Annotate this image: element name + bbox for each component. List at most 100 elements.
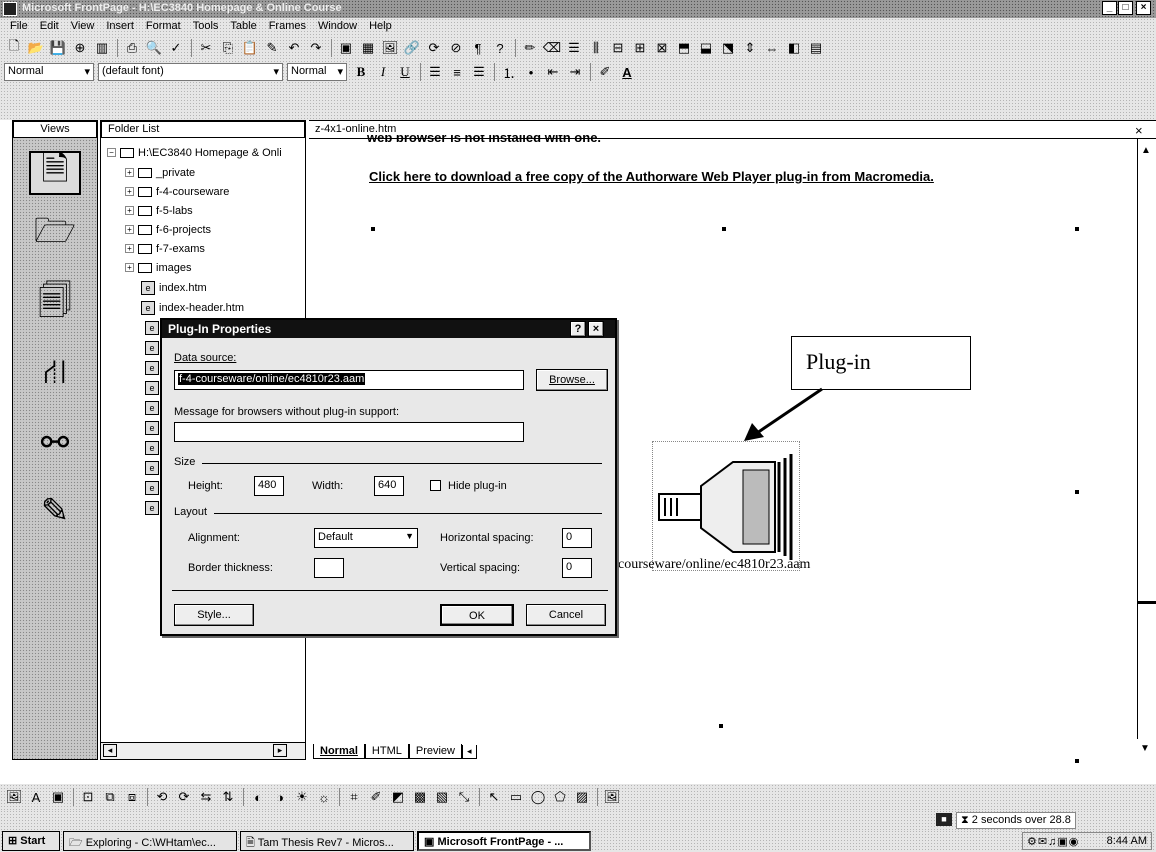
print-preview-icon[interactable]: 🔍 xyxy=(144,39,164,57)
folders-view-icon[interactable]: 🗁 xyxy=(29,212,81,257)
menu-tools[interactable]: Tools xyxy=(187,18,225,36)
folder-item[interactable]: + f-4-courseware xyxy=(125,182,229,201)
selection-handle[interactable] xyxy=(1075,227,1079,231)
file-item[interactable]: e index-header.htm xyxy=(141,298,244,317)
selection-handle[interactable] xyxy=(1075,490,1079,494)
menu-view[interactable]: View xyxy=(65,18,101,36)
bullets-icon[interactable]: • xyxy=(521,63,541,81)
folder-item[interactable]: + f-7-exams xyxy=(125,239,205,258)
horizontal-spacing-input[interactable]: 0 xyxy=(562,528,592,548)
font-size-dropdown[interactable]: Normal ▾ xyxy=(287,63,347,81)
menu-insert[interactable]: Insert xyxy=(100,18,140,36)
tray-icons[interactable]: ⚙✉♫▣◉ xyxy=(1027,835,1079,848)
editor-vertical-scrollbar[interactable]: ▲ ▼ xyxy=(1137,139,1156,754)
dialog-close-button[interactable]: × xyxy=(588,321,604,337)
alignment-dropdown[interactable]: Default ▼ xyxy=(314,528,418,548)
collapse-icon[interactable]: − xyxy=(107,148,116,157)
more-brightness-icon[interactable]: ☀ xyxy=(292,788,312,806)
highlight-hotspots-icon[interactable]: ▨ xyxy=(572,788,592,806)
close-window-button[interactable]: × xyxy=(1136,1,1151,15)
resample-icon[interactable]: ⤡ xyxy=(454,788,474,806)
format-painter-icon[interactable]: ✎ xyxy=(262,39,282,57)
set-transparent-color-icon[interactable]: ✐ xyxy=(366,788,386,806)
tab-normal[interactable]: Normal xyxy=(313,744,365,759)
start-button[interactable]: ⊞ Start xyxy=(2,831,60,851)
bold-button[interactable]: B xyxy=(351,63,371,81)
folder-item[interactable]: + f-5-labs xyxy=(125,201,193,220)
expand-icon[interactable]: + xyxy=(125,168,134,177)
dialog-help-button[interactable]: ? xyxy=(570,321,586,337)
copy-icon[interactable]: ⎘ xyxy=(218,39,238,57)
draw-table-icon[interactable]: ✏ xyxy=(520,39,540,57)
selection-handle[interactable] xyxy=(722,227,726,231)
menu-table[interactable]: Table xyxy=(224,18,262,36)
minimize-button[interactable]: _ xyxy=(1102,1,1117,15)
navigation-view-icon[interactable]: ⛙ xyxy=(29,353,81,397)
message-input[interactable] xyxy=(174,422,524,442)
cut-icon[interactable]: ✂ xyxy=(196,39,216,57)
style-button[interactable]: Style... xyxy=(174,604,254,626)
eraser-icon[interactable]: ⌫ xyxy=(542,39,562,57)
thumbnail-icon[interactable]: ▣ xyxy=(48,788,68,806)
data-source-input[interactable]: f-4-courseware/online/ec4810r23.aam xyxy=(174,370,524,390)
hide-plugin-checkbox[interactable] xyxy=(430,480,441,491)
plugin-placeholder-image[interactable] xyxy=(652,441,800,571)
expand-icon[interactable]: + xyxy=(125,225,134,234)
taskbar-word[interactable]: 🗎 Tam Thesis Rev7 - Micros... xyxy=(240,831,414,851)
align-bottom-icon[interactable]: ⬔ xyxy=(718,39,738,57)
menu-format[interactable]: Format xyxy=(140,18,187,36)
folder-horizontal-scrollbar[interactable]: ◂ ▸ xyxy=(101,742,305,759)
style-dropdown[interactable]: Normal ▾ xyxy=(4,63,94,81)
folder-item[interactable]: + images xyxy=(125,258,191,277)
expand-icon[interactable]: + xyxy=(125,263,134,272)
scroll-left-icon[interactable]: ◂ xyxy=(103,744,117,757)
menu-help[interactable]: Help xyxy=(363,18,398,36)
menu-edit[interactable]: Edit xyxy=(34,18,65,36)
ok-button[interactable]: OK xyxy=(440,604,514,626)
menu-file[interactable]: File xyxy=(4,18,34,36)
underline-button[interactable]: U xyxy=(395,63,415,81)
polygon-hotspot-icon[interactable]: ⬠ xyxy=(550,788,570,806)
rotate-left-icon[interactable]: ⟲ xyxy=(152,788,172,806)
expand-icon[interactable]: + xyxy=(125,206,134,215)
download-link[interactable]: Click here to download a free copy of th… xyxy=(369,169,934,184)
vertical-spacing-input[interactable]: 0 xyxy=(562,558,592,578)
more-contrast-icon[interactable]: ◐ xyxy=(248,788,268,806)
align-top-icon[interactable]: ⬒ xyxy=(674,39,694,57)
folder-item[interactable]: + _private xyxy=(125,163,195,182)
table-properties-icon[interactable]: ▤ xyxy=(806,39,826,57)
crop-icon[interactable]: ⌗ xyxy=(344,788,364,806)
scroll-up-icon[interactable]: ▲ xyxy=(1141,145,1151,156)
align-left-icon[interactable]: ☰ xyxy=(425,63,445,81)
restore-icon[interactable]: 🖼 xyxy=(602,788,622,806)
browse-button[interactable]: Browse... xyxy=(536,369,608,391)
merge-cells-icon[interactable]: ⊞ xyxy=(630,39,650,57)
text-icon[interactable]: A xyxy=(26,788,46,806)
scroll-right-icon[interactable]: ▸ xyxy=(273,744,287,757)
save-icon[interactable]: 💾 xyxy=(48,39,68,57)
width-input[interactable]: 640 xyxy=(374,476,404,496)
publish-icon[interactable]: ⊕ xyxy=(70,39,90,57)
send-backward-icon[interactable]: ⧈ xyxy=(122,788,142,806)
selection-handle[interactable] xyxy=(371,227,375,231)
insert-picture-icon[interactable]: 🖼 xyxy=(4,788,24,806)
help-icon[interactable]: ? xyxy=(490,39,510,57)
selection-handle[interactable] xyxy=(1075,759,1079,763)
insert-table-icon[interactable]: ▦ xyxy=(358,39,378,57)
insert-rows-icon[interactable]: ☰ xyxy=(564,39,584,57)
undo-icon[interactable]: ↶ xyxy=(284,39,304,57)
file-item[interactable]: e index.htm xyxy=(141,278,207,297)
scroll-thumb[interactable] xyxy=(1138,601,1156,604)
distribute-rows-icon[interactable]: ⇕ xyxy=(740,39,760,57)
rectangle-hotspot-icon[interactable]: ▭ xyxy=(506,788,526,806)
tasks-view-icon[interactable]: ✎ xyxy=(29,489,81,533)
hyperlink-icon[interactable]: 🔗 xyxy=(402,39,422,57)
open-icon[interactable]: 📂 xyxy=(26,39,46,57)
align-right-icon[interactable]: ☰ xyxy=(469,63,489,81)
expand-icon[interactable]: + xyxy=(125,244,134,253)
circle-hotspot-icon[interactable]: ◯ xyxy=(528,788,548,806)
maximize-button[interactable]: □ xyxy=(1118,1,1133,15)
border-thickness-input[interactable] xyxy=(314,558,344,578)
folder-list-icon[interactable]: ▥ xyxy=(92,39,112,57)
spelling-icon[interactable]: ✓ xyxy=(166,39,186,57)
